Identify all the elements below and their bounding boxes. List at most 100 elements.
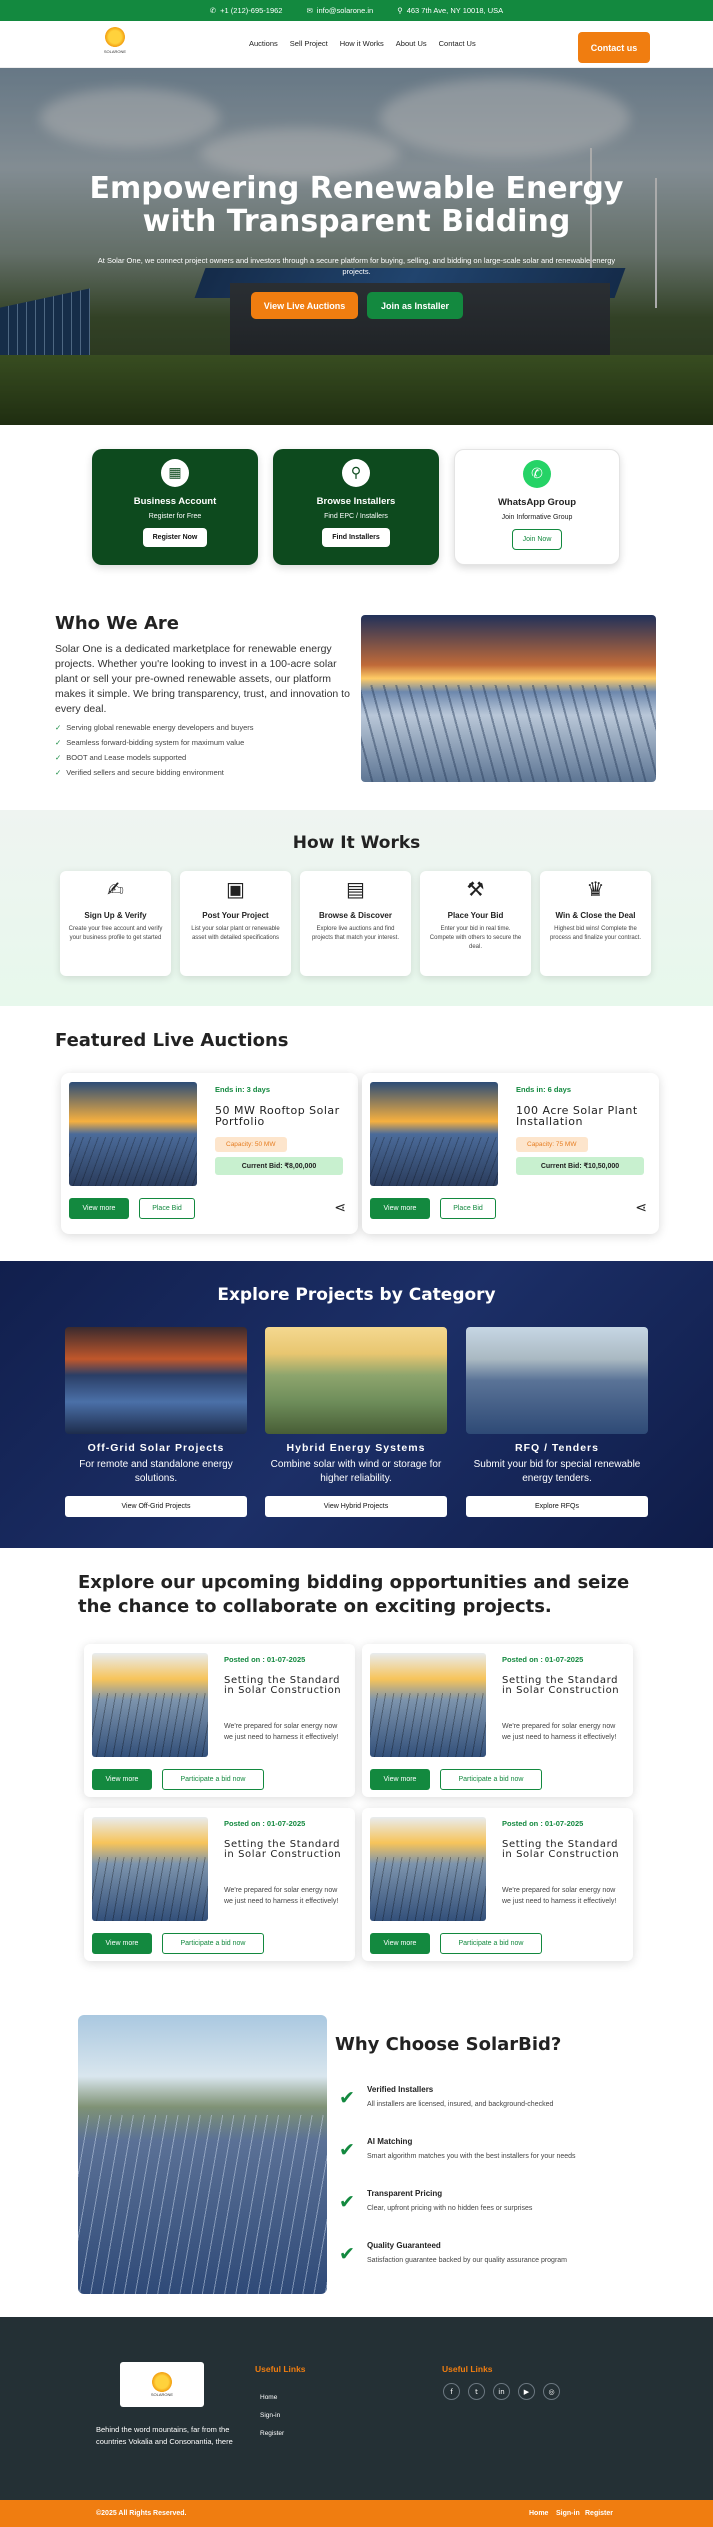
why-choose-title: Why Choose SolarBid? xyxy=(335,2034,562,2055)
share-icon[interactable]: ⋖ xyxy=(334,1200,346,1216)
trophy-icon: ♛ xyxy=(586,877,605,901)
participate-bid-button[interactable]: Participate a bid now xyxy=(162,1933,264,1954)
current-bid: Current Bid: ₹8,00,000 xyxy=(215,1157,343,1175)
explore-rfqs-button[interactable]: Explore RFQs xyxy=(466,1496,648,1517)
facebook-icon[interactable]: f xyxy=(443,2383,460,2400)
opportunity-image xyxy=(370,1817,486,1921)
footer-link-home[interactable]: Home xyxy=(260,2394,277,2401)
feature-item: ✔ Transparent Pricing Clear, upfront prici… xyxy=(339,2189,533,2213)
instagram-icon[interactable]: ◎ xyxy=(543,2383,560,2400)
whatsapp-icon: ✆ xyxy=(523,460,551,488)
view-hybrid-button[interactable]: View Hybrid Projects xyxy=(265,1496,447,1517)
nav-how-it-works[interactable]: How it Works xyxy=(340,39,384,48)
bottom-link-sign-in[interactable]: Sign-in xyxy=(556,2510,580,2517)
browse-installers-card: ⚲ Browse Installers Find EPC / Installer… xyxy=(273,449,439,565)
site-logo[interactable]: SOLARONE xyxy=(98,27,132,63)
phone-info[interactable]: ✆ +1 (212)-695-1962 xyxy=(210,6,283,15)
step-card: ♛ Win & Close the Deal Highest bid wins! C… xyxy=(540,871,651,976)
view-more-button[interactable]: View more xyxy=(370,1198,430,1219)
opportunity-image xyxy=(370,1653,486,1757)
capacity-badge: Capacity: 75 MW xyxy=(516,1137,588,1152)
social-heading: Useful Links xyxy=(442,2364,493,2374)
opportunity-card: Posted on : 01-07-2025 Setting the Stand… xyxy=(84,1808,355,1961)
auction-image xyxy=(69,1082,197,1186)
participate-bid-button[interactable]: Participate a bid now xyxy=(162,1769,264,1790)
step-card: ⚒ Place Your Bid Enter your bid in real ti… xyxy=(420,871,531,976)
capacity-badge: Capacity: 50 MW xyxy=(215,1137,287,1152)
step-card: ▤ Browse & Discover Explore live auctions … xyxy=(300,871,411,976)
who-we-are-title: Who We Are xyxy=(55,613,180,634)
who-we-are-section: Who We Are Solar One is a dedicated mark… xyxy=(55,613,355,783)
twitter-icon[interactable]: t xyxy=(468,2383,485,2400)
view-live-auctions-button[interactable]: View Live Auctions xyxy=(251,292,358,319)
address-info: ⚲ 463 7th Ave, NY 10018, USA xyxy=(397,6,504,15)
view-more-button[interactable]: View more xyxy=(69,1198,129,1219)
footer-link-register[interactable]: Register xyxy=(260,2430,284,2437)
category-image xyxy=(466,1327,648,1434)
participate-bid-button[interactable]: Participate a bid now xyxy=(440,1933,542,1954)
register-now-button[interactable]: Register Now xyxy=(142,528,208,547)
linkedin-icon[interactable]: in xyxy=(493,2383,510,2400)
user-verify-icon: ✍ xyxy=(107,877,124,901)
social-links: f t in ▶ ◎ xyxy=(443,2383,560,2400)
opportunity-image xyxy=(92,1653,208,1757)
how-it-works-title: How It Works xyxy=(292,833,421,853)
building-icon: ▦ xyxy=(161,459,189,487)
find-installers-button[interactable]: Find Installers xyxy=(322,528,390,547)
hero-title: Empowering Renewable Energy with Transpar… xyxy=(89,171,624,239)
copyright: ©2025 All Rights Reserved. xyxy=(96,2510,187,2517)
category-card: Hybrid Energy Systems Combine solar with… xyxy=(265,1327,447,1517)
check-icon: ✓ xyxy=(55,753,62,762)
nav-menu: Auctions Sell Project How it Works About… xyxy=(249,39,476,48)
category-card: Off-Grid Solar Projects For remote and s… xyxy=(65,1327,247,1517)
who-we-are-body: Solar One is a dedicated marketplace for… xyxy=(55,643,350,715)
check-icon: ✓ xyxy=(55,738,62,747)
hero-section: Empowering Renewable Energy with Transpar… xyxy=(0,68,713,425)
join-as-installer-button[interactable]: Join as Installer xyxy=(367,292,463,319)
step-card: ✍ Sign Up & Verify Create your free accoun… xyxy=(60,871,171,976)
category-card: RFQ / Tenders Submit your bid for specia… xyxy=(466,1327,648,1517)
join-now-button[interactable]: Join Now xyxy=(511,529,563,550)
list-item: ✓ Seamless forward-bidding system for max… xyxy=(55,738,245,747)
view-off-grid-button[interactable]: View Off-Grid Projects xyxy=(65,1496,247,1517)
nav-auctions[interactable]: Auctions xyxy=(249,39,278,48)
view-more-button[interactable]: View more xyxy=(92,1933,152,1954)
auction-image xyxy=(370,1082,498,1186)
participate-bid-button[interactable]: Participate a bid now xyxy=(440,1769,542,1790)
opportunity-card: Posted on : 01-07-2025 Setting the Stand… xyxy=(362,1808,633,1961)
top-contact-bar: ✆ +1 (212)-695-1962 ✉ info@solarone.in ⚲ 46… xyxy=(0,0,713,21)
share-icon[interactable]: ⋖ xyxy=(635,1200,647,1216)
view-more-button[interactable]: View more xyxy=(92,1769,152,1790)
opportunity-card: Posted on : 01-07-2025 Setting the Stand… xyxy=(362,1644,633,1797)
how-it-works-section: How It Works ✍ Sign Up & Verify Create you… xyxy=(0,810,713,1006)
bottom-link-home[interactable]: Home xyxy=(529,2510,548,2517)
nav-about-us[interactable]: About Us xyxy=(396,39,427,48)
place-bid-button[interactable]: Place Bid xyxy=(440,1198,496,1219)
view-more-button[interactable]: View more xyxy=(370,1933,430,1954)
bottom-bar: ©2025 All Rights Reserved. Home Sign-in … xyxy=(0,2500,713,2527)
whatsapp-group-card: ✆ WhatsApp Group Join Informative Group … xyxy=(454,449,620,565)
contact-us-button[interactable]: Contact us xyxy=(578,32,650,63)
footer-link-sign-in[interactable]: Sign-in xyxy=(260,2412,280,2419)
auction-card: Ends in: 3 days 50 MW Rooftop Solar Port… xyxy=(61,1073,358,1234)
categories-title: Explore Projects by Category xyxy=(217,1285,496,1305)
opportunity-image xyxy=(92,1817,208,1921)
step-card: ▣ Post Your Project List your solar plant … xyxy=(180,871,291,976)
nav-contact-us[interactable]: Contact Us xyxy=(439,39,476,48)
quick-access-cards: ▦ Business Account Register for Free Reg… xyxy=(92,449,620,565)
view-more-button[interactable]: View more xyxy=(370,1769,430,1790)
youtube-icon[interactable]: ▶ xyxy=(518,2383,535,2400)
place-bid-button[interactable]: Place Bid xyxy=(139,1198,195,1219)
footer-logo[interactable]: SOLARONE xyxy=(120,2362,204,2407)
bottom-link-register[interactable]: Register xyxy=(585,2510,613,2517)
feature-item: ✔ AI Matching Smart algorithm matches you … xyxy=(339,2137,576,2161)
who-we-are-points: ✓ Serving global renewable energy develop… xyxy=(55,723,355,777)
email-info[interactable]: ✉ info@solarone.in xyxy=(306,6,373,15)
monitor-icon: ▣ xyxy=(226,877,245,901)
check-icon: ✔ xyxy=(339,2139,355,2161)
check-icon: ✔ xyxy=(339,2191,355,2213)
footer-about: Behind the word mountains, far from the … xyxy=(96,2425,233,2446)
footer: SOLARONE Behind the word mountains, far … xyxy=(0,2317,713,2527)
upcoming-title: Explore our upcoming bidding opportuniti… xyxy=(78,1572,630,1617)
nav-sell-project[interactable]: Sell Project xyxy=(290,39,328,48)
